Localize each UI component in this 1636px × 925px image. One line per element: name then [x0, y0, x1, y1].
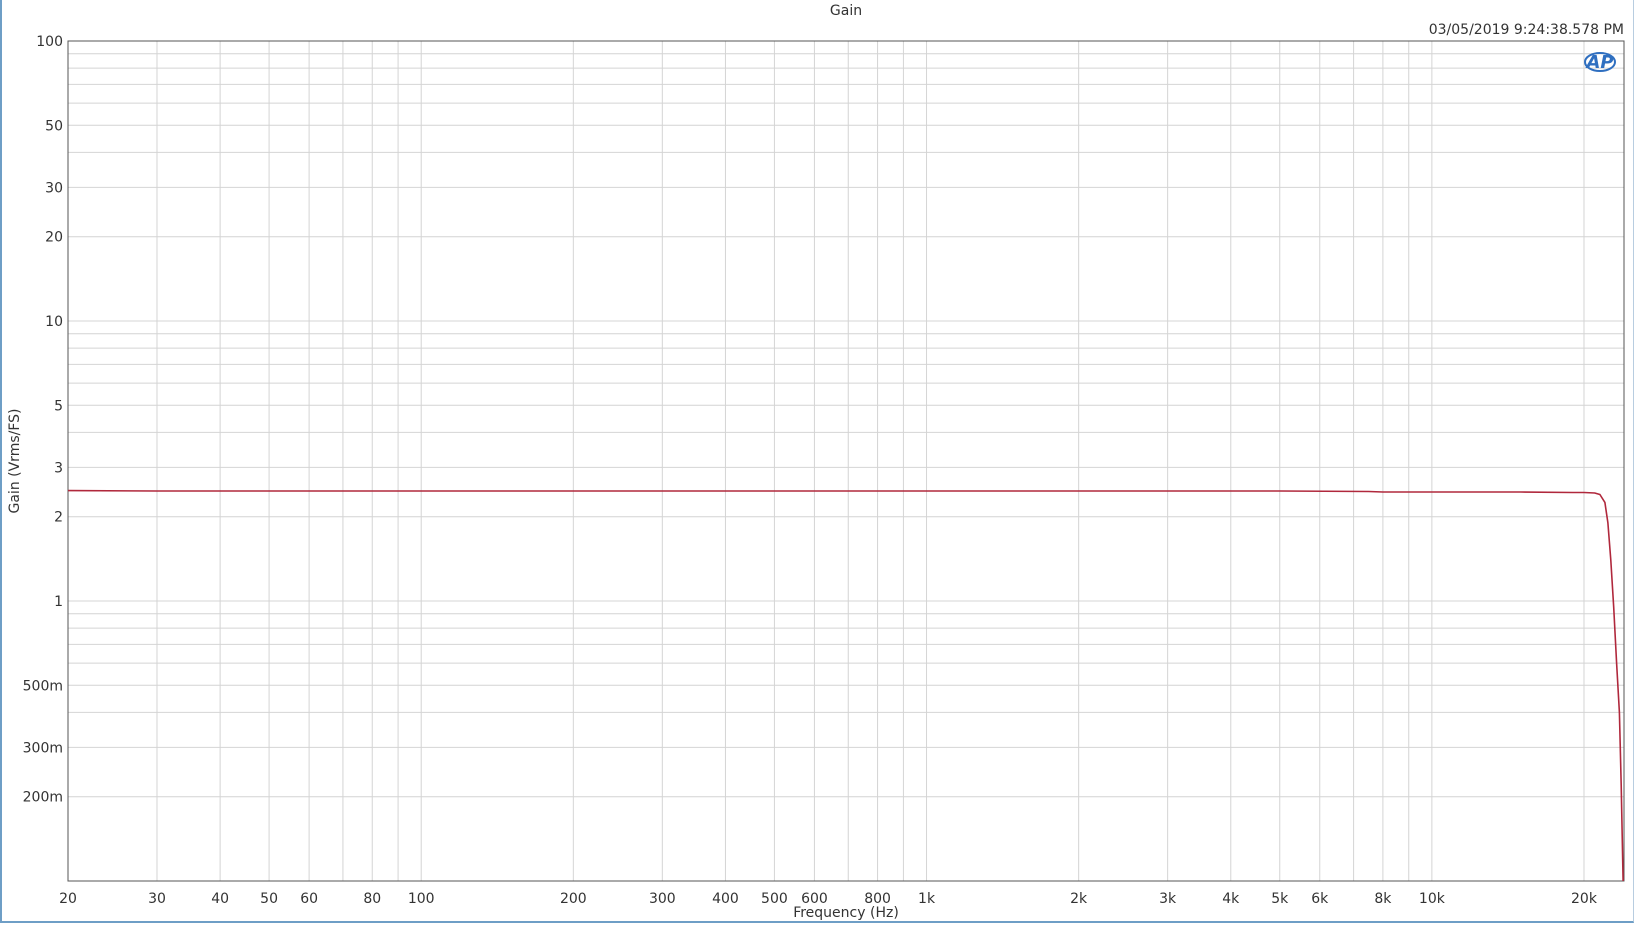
x-tick-label: 400: [712, 891, 739, 907]
y-tick-label: 300m: [23, 740, 63, 756]
x-tick-label: 300: [649, 891, 676, 907]
ap-logo: AP: [1584, 52, 1616, 73]
x-tick-label: 3k: [1159, 891, 1177, 907]
chart-title: Gain: [830, 3, 862, 19]
y-tick-label: 20: [45, 230, 63, 246]
x-tick-label: 6k: [1311, 891, 1329, 907]
y-axis-title: Gain (Vrms/FS): [7, 409, 23, 514]
x-tick-label: 5k: [1271, 891, 1289, 907]
x-tick-label: 20k: [1571, 891, 1598, 907]
y-tick-label: 3: [54, 460, 63, 476]
y-tick-label: 5: [54, 398, 63, 414]
y-tick-label: 30: [45, 180, 63, 196]
y-tick-label: 500m: [23, 678, 63, 694]
y-tick-label: 100: [36, 34, 63, 50]
x-tick-label: 1k: [918, 891, 936, 907]
y-tick-label: 10: [45, 314, 63, 330]
series-layer: [67, 489, 1624, 882]
x-axis-title: Frequency (Hz): [793, 905, 899, 921]
x-tick-label: 80: [363, 891, 381, 907]
x-tick-label: 40: [211, 891, 229, 907]
x-tick-label: 50: [260, 891, 278, 907]
x-tick-label: 2k: [1070, 891, 1088, 907]
plot-area: [67, 40, 1625, 882]
x-tick-label: 100: [408, 891, 435, 907]
y-tick-label: 2: [54, 510, 63, 526]
x-tick-label: 4k: [1222, 891, 1240, 907]
grid: [68, 41, 1624, 881]
logo-text: AP: [1584, 52, 1613, 73]
x-tick-label: 8k: [1374, 891, 1392, 907]
x-tick-label: 10k: [1419, 891, 1446, 907]
y-tick-label: 200m: [23, 790, 63, 806]
y-axis: 100 50 30 20 10 5 3 2 1 500m 300m 200m: [23, 34, 63, 806]
x-tick-label: 60: [300, 891, 318, 907]
gain-chart: 20 30 40 50 60 80 100 200 300 400 500 600 800 1k 2k 3k 4…: [7, 3, 1625, 921]
x-tick-label: 500: [761, 891, 788, 907]
x-tick-label: 20: [59, 891, 77, 907]
y-tick-label: 1: [54, 594, 63, 610]
x-tick-label: 200: [560, 891, 587, 907]
timestamp: 03/05/2019 9:24:38.578 PM: [1429, 22, 1624, 38]
x-tick-label: 30: [148, 891, 166, 907]
gain-trace-1: [67, 489, 1624, 882]
y-tick-label: 50: [45, 118, 63, 134]
